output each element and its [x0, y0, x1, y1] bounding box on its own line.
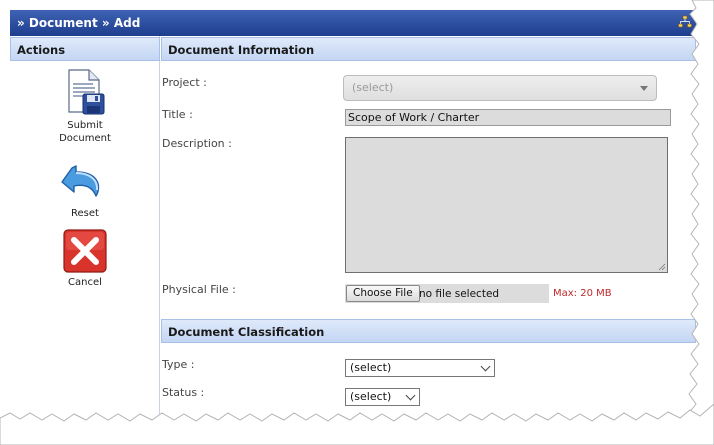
- document-information-heading: Document Information: [161, 37, 696, 61]
- description-label: Description :: [162, 137, 232, 150]
- status-select[interactable]: (select): [345, 388, 420, 406]
- cancel-label: Cancel: [68, 277, 102, 288]
- cancel-button[interactable]: Cancel: [35, 229, 135, 289]
- cancel-x-icon: [63, 229, 107, 273]
- file-status-text: no file selected: [419, 288, 500, 300]
- choose-file-button[interactable]: Choose File: [346, 285, 420, 302]
- actions-heading: Actions: [10, 37, 160, 61]
- title-input[interactable]: Scope of Work / Charter: [345, 109, 671, 126]
- breadcrumb: » Document » Add: [17, 16, 141, 30]
- title-bar: » Document » Add: [10, 10, 696, 36]
- type-select-value: (select): [350, 361, 392, 374]
- physical-file-input: Choose File no file selected: [345, 284, 549, 303]
- description-textarea[interactable]: [345, 137, 668, 273]
- max-file-size-note: Max: 20 MB: [553, 288, 612, 299]
- sitemap-icon[interactable]: [678, 15, 692, 29]
- project-label: Project :: [162, 76, 207, 89]
- resize-grip-icon[interactable]: [658, 263, 666, 271]
- submit-document-button[interactable]: Submit Document: [35, 68, 135, 145]
- type-label: Type :: [162, 358, 195, 371]
- project-select-value: (select): [352, 81, 394, 94]
- status-label: Status :: [162, 386, 205, 399]
- type-select[interactable]: (select): [345, 359, 495, 377]
- chevron-down-icon: [640, 86, 648, 91]
- submit-document-label: Submit Document: [59, 120, 111, 144]
- title-label: Title :: [162, 108, 193, 121]
- save-document-icon: [68, 69, 105, 115]
- project-select[interactable]: (select): [343, 75, 657, 101]
- reset-label: Reset: [71, 208, 99, 219]
- chevron-down-icon: [405, 390, 416, 401]
- undo-arrow-icon: [61, 165, 100, 197]
- chevron-down-icon: [480, 361, 491, 372]
- physical-file-label: Physical File :: [162, 283, 236, 296]
- reset-button[interactable]: Reset: [35, 160, 135, 220]
- document-classification-heading: Document Classification: [161, 319, 696, 343]
- status-select-value: (select): [350, 390, 392, 403]
- document-add-panel: » Document » Add Actions Submit Document…: [10, 10, 696, 418]
